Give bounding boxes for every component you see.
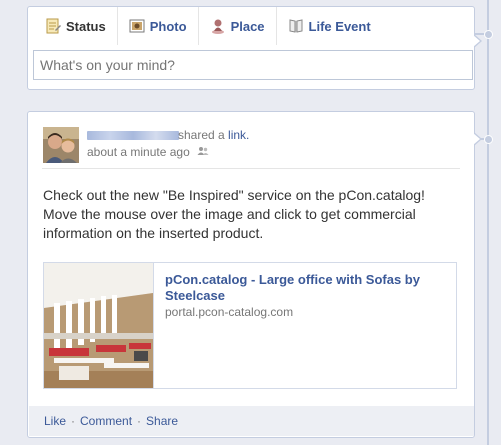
story-actions: Like · Comment · Share: [29, 406, 474, 436]
action-separator: ·: [71, 414, 76, 428]
story-timestamp-row: about a minute ago: [87, 145, 209, 159]
attachment-domain: portal.pcon-catalog.com: [165, 305, 294, 319]
tab-place[interactable]: Place: [199, 7, 277, 45]
friends-icon[interactable]: [197, 145, 209, 159]
link-attachment[interactable]: pCon.catalog - Large office with Sofas b…: [43, 262, 457, 389]
story-pointer: [473, 132, 482, 146]
tab-life-event-label: Life Event: [308, 18, 371, 34]
tab-status[interactable]: Status: [34, 7, 118, 45]
like-link[interactable]: Like: [44, 414, 66, 428]
tab-photo[interactable]: Photo: [118, 7, 199, 45]
author-name-redacted[interactable]: [87, 131, 179, 141]
avatar[interactable]: [43, 127, 79, 163]
tab-status-label: Status: [66, 18, 106, 34]
status-input[interactable]: [33, 50, 473, 80]
timeline-dot: [484, 135, 493, 144]
tab-life-event[interactable]: Life Event: [277, 7, 382, 45]
action-separator: ·: [137, 414, 142, 428]
story-header: shared a link.: [87, 128, 249, 142]
shared-link[interactable]: link.: [228, 128, 249, 142]
timeline-dot: [484, 30, 493, 39]
composer-pointer: [473, 34, 482, 48]
photo-icon: [129, 18, 145, 34]
composer-tabs: Status Photo Place Life Event: [28, 7, 474, 45]
story-divider: [42, 168, 460, 169]
timeline-spine: [487, 0, 489, 445]
shared-text: shared a: [178, 128, 229, 142]
attachment-title[interactable]: pCon.catalog - Large office with Sofas b…: [165, 272, 450, 304]
place-icon: [210, 18, 226, 34]
tab-photo-label: Photo: [149, 18, 187, 34]
comment-link[interactable]: Comment: [80, 414, 132, 428]
timestamp[interactable]: about a minute ago: [87, 145, 190, 159]
status-icon: [45, 18, 61, 34]
story-message: Check out the new "Be Inspired" service …: [43, 187, 425, 241]
life-event-icon: [288, 18, 304, 34]
tab-place-label: Place: [230, 18, 265, 34]
attachment-thumbnail[interactable]: [44, 263, 154, 388]
feed-story: shared a link. about a minute ago Check …: [27, 111, 482, 438]
share-link[interactable]: Share: [146, 414, 178, 428]
status-composer: Status Photo Place Life Event What's on …: [27, 6, 482, 90]
